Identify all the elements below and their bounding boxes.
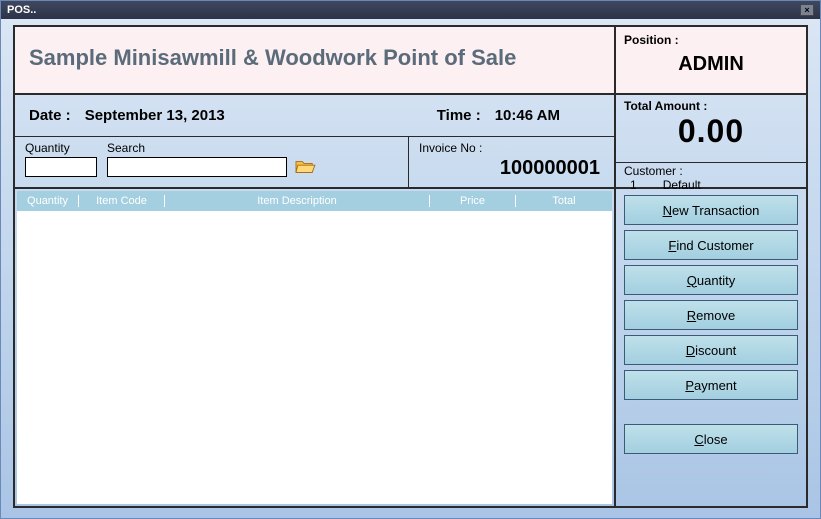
spacer (624, 405, 798, 419)
search-label: Search (107, 141, 319, 155)
grid-body[interactable] (17, 211, 612, 504)
window-title: POS.. (7, 4, 36, 16)
customer-cell: Customer : 1 Default (616, 163, 806, 189)
quantity-input[interactable] (25, 157, 97, 177)
total-label: Total Amount : (624, 99, 798, 113)
quantity-label: Quantity (25, 141, 97, 155)
content-frame: Sample Minisawmill & Woodwork Point of S… (13, 25, 808, 508)
folder-open-icon[interactable] (291, 157, 319, 177)
invoice-value: 100000001 (419, 157, 604, 180)
mid-row: Date : September 13, 2013 Time : 10:46 A… (15, 95, 806, 189)
invoice-label: Invoice No : (419, 141, 604, 155)
title-cell: Sample Minisawmill & Woodwork Point of S… (15, 27, 616, 95)
discount-button[interactable]: Discount (624, 335, 798, 365)
position-label: Position : (624, 33, 798, 47)
time-label: Time : (437, 107, 481, 124)
payment-button[interactable]: Payment (624, 370, 798, 400)
quantity-field-group: Quantity (25, 141, 97, 177)
position-cell: Position : ADMIN (616, 27, 806, 95)
quantity-button[interactable]: Quantity (624, 265, 798, 295)
qty-search-row: Quantity Search (15, 137, 616, 189)
actions-area: New Transaction Find Customer Quantity R… (616, 189, 806, 506)
date-label: Date : (29, 107, 71, 124)
lower-row: Quantity Item Code Item Description Pric… (15, 189, 806, 506)
new-transaction-button[interactable]: New Transaction (624, 195, 798, 225)
find-customer-button[interactable]: Find Customer (624, 230, 798, 260)
time-value: 10:46 AM (495, 107, 560, 124)
datetime-cell: Date : September 13, 2013 Time : 10:46 A… (15, 95, 616, 137)
grid-header: Quantity Item Code Item Description Pric… (17, 191, 612, 211)
remove-button[interactable]: Remove (624, 300, 798, 330)
header-row: Sample Minisawmill & Woodwork Point of S… (15, 27, 806, 95)
col-item-code[interactable]: Item Code (79, 195, 165, 207)
total-value: 0.00 (624, 113, 798, 150)
col-price[interactable]: Price (430, 195, 516, 207)
qs-left: Quantity Search (15, 137, 409, 187)
position-value: ADMIN (624, 53, 798, 76)
app-title: Sample Minisawmill & Woodwork Point of S… (29, 45, 600, 71)
close-icon[interactable]: × (800, 4, 814, 16)
col-quantity[interactable]: Quantity (17, 195, 79, 207)
left-mid: Date : September 13, 2013 Time : 10:46 A… (15, 95, 616, 189)
col-total[interactable]: Total (516, 195, 612, 207)
date-value: September 13, 2013 (85, 107, 225, 124)
close-button[interactable]: Close (624, 424, 798, 454)
grid-area: Quantity Item Code Item Description Pric… (15, 189, 616, 506)
search-input[interactable] (107, 157, 287, 177)
total-cell: Total Amount : 0.00 (616, 95, 806, 163)
pos-window: POS.. × Sample Minisawmill & Woodwork Po… (0, 0, 821, 519)
invoice-cell: Invoice No : 100000001 (409, 137, 614, 187)
customer-label: Customer : (624, 164, 798, 178)
right-mid: Total Amount : 0.00 Customer : 1 Default (616, 95, 806, 189)
titlebar: POS.. × (1, 1, 820, 19)
search-field-group: Search (107, 141, 319, 177)
col-item-description[interactable]: Item Description (165, 195, 430, 207)
